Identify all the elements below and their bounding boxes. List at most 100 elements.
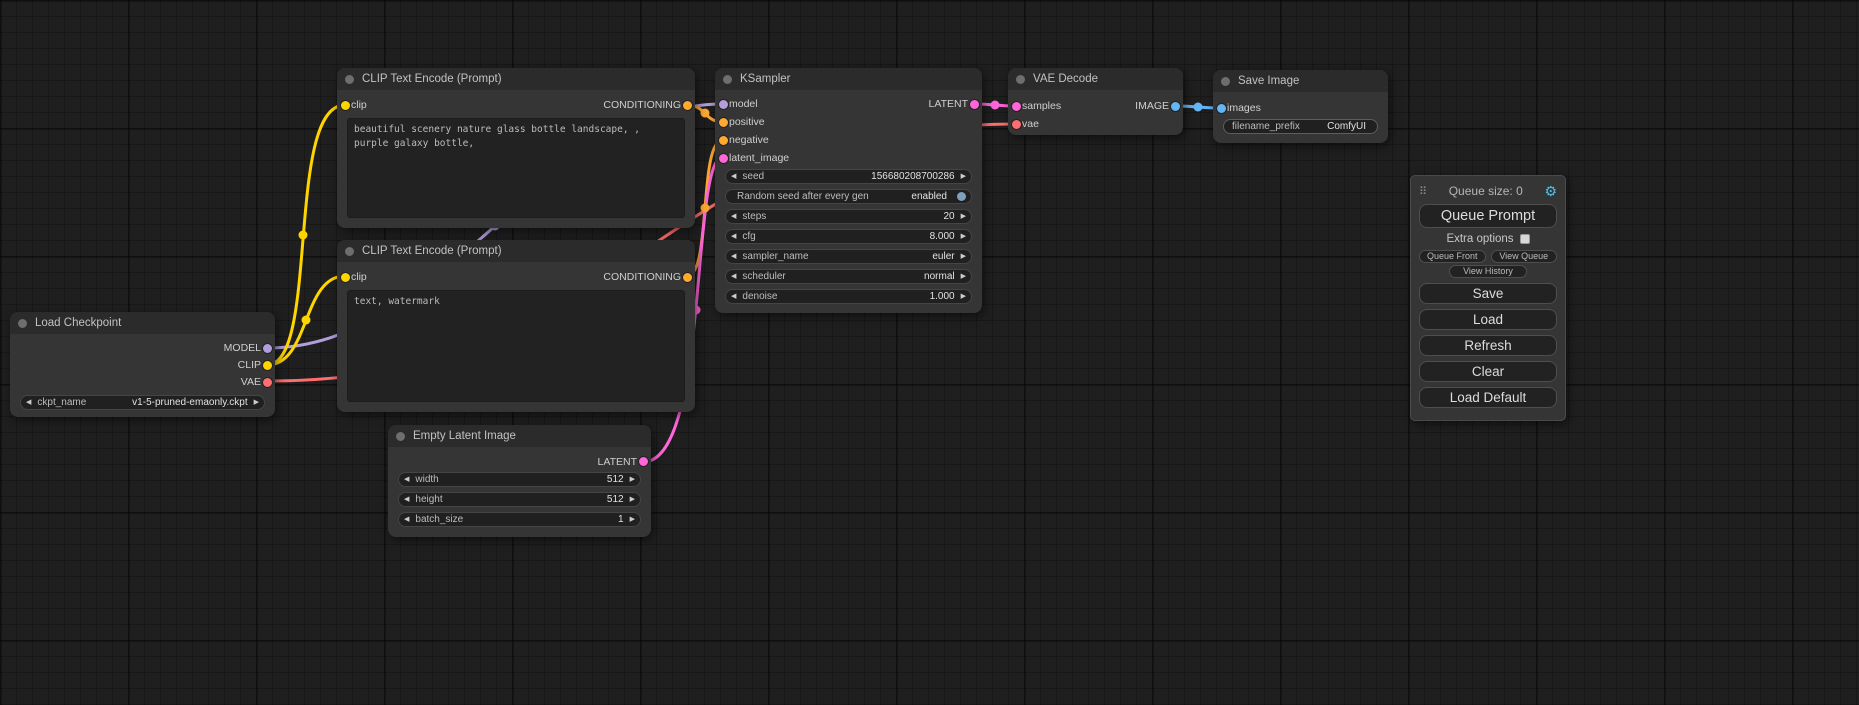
left-arrow-icon[interactable]: ◀ (404, 493, 409, 506)
seed-widget[interactable]: ◀ seed 156680208700286 ▶ (725, 169, 972, 184)
latent-output-slot[interactable] (970, 100, 979, 109)
menu-drag-handle-icon[interactable]: ⠿ (1419, 185, 1427, 198)
node-empty-latent-image[interactable]: Empty Latent Image LATENT ◀ width 512 ▶ … (388, 425, 651, 537)
collapse-dot-icon[interactable] (18, 319, 27, 328)
left-arrow-icon[interactable]: ◀ (731, 210, 736, 223)
cfg-widget[interactable]: ◀ cfg 8.000 ▶ (725, 229, 972, 244)
left-arrow-icon[interactable]: ◀ (731, 170, 736, 183)
node-clip-text-encode-negative[interactable]: CLIP Text Encode (Prompt) clip CONDITION… (337, 240, 695, 412)
left-arrow-icon[interactable]: ◀ (404, 473, 409, 486)
clip-input-slot[interactable] (341, 273, 350, 282)
collapse-dot-icon[interactable] (345, 247, 354, 256)
clip-input-slot[interactable] (341, 101, 350, 110)
latent-image-input-slot[interactable] (719, 154, 728, 163)
view-queue-button[interactable]: View Queue (1491, 250, 1558, 263)
clip-output-slot[interactable] (263, 361, 272, 370)
left-arrow-icon[interactable]: ◀ (26, 396, 31, 409)
widget-name: width (415, 474, 438, 485)
scheduler-widget[interactable]: ◀ scheduler normal ▶ (725, 269, 972, 284)
samples-input-slot[interactable] (1012, 102, 1021, 111)
toggle-dot-icon[interactable] (957, 192, 966, 201)
refresh-button[interactable]: Refresh (1419, 335, 1557, 356)
clear-button[interactable]: Clear (1419, 361, 1557, 382)
vae-output-slot[interactable] (263, 378, 272, 387)
images-input-slot[interactable] (1217, 104, 1226, 113)
node-load-checkpoint[interactable]: Load Checkpoint MODEL CLIP VAE ◀ ckpt_na… (10, 312, 275, 417)
view-history-button[interactable]: View History (1449, 265, 1527, 278)
ckpt-name-widget[interactable]: ◀ ckpt_name v1-5-pruned-emaonly.ckpt ▶ (20, 395, 265, 410)
wire-midpoint-dot (302, 316, 311, 325)
collapse-dot-icon[interactable] (1221, 77, 1230, 86)
right-arrow-icon[interactable]: ▶ (630, 513, 635, 526)
positive-prompt-textarea[interactable]: beautiful scenery nature glass bottle la… (347, 118, 685, 218)
node-ksampler[interactable]: KSampler model LATENT positive negative … (715, 68, 982, 313)
widget-name: height (415, 494, 442, 505)
height-widget[interactable]: ◀ height 512 ▶ (398, 492, 641, 507)
vae-input-slot[interactable] (1012, 120, 1021, 129)
positive-input-slot[interactable] (719, 118, 728, 127)
random-seed-toggle-widget[interactable]: Random seed after every gen enabled (725, 189, 972, 204)
save-button[interactable]: Save (1419, 283, 1557, 304)
queue-prompt-button[interactable]: Queue Prompt (1419, 204, 1557, 228)
wire-midpoint-dot (991, 101, 1000, 110)
node-title-bar[interactable]: KSampler (715, 68, 982, 90)
extra-options-label: Extra options (1446, 233, 1513, 245)
width-widget[interactable]: ◀ width 512 ▶ (398, 472, 641, 487)
negative-input-slot[interactable] (719, 136, 728, 145)
right-arrow-icon[interactable]: ▶ (961, 230, 966, 243)
filename-prefix-widget[interactable]: filename_prefix ComfyUI (1223, 119, 1378, 134)
load-default-button[interactable]: Load Default (1419, 387, 1557, 408)
model-input-slot[interactable] (719, 100, 728, 109)
widget-name: cfg (742, 231, 755, 242)
node-title-bar[interactable]: Empty Latent Image (388, 425, 651, 447)
settings-gear-icon[interactable]: ⚙ (1544, 184, 1557, 198)
queue-controls-row: Queue Front View Queue (1419, 250, 1557, 263)
collapse-dot-icon[interactable] (396, 432, 405, 441)
output-label: VAE (241, 376, 261, 388)
right-arrow-icon[interactable]: ▶ (961, 250, 966, 263)
queue-front-button[interactable]: Queue Front (1419, 250, 1486, 263)
widget-value: euler (932, 251, 954, 262)
graph-canvas[interactable]: Load Checkpoint MODEL CLIP VAE ◀ ckpt_na… (0, 0, 1859, 705)
right-arrow-icon[interactable]: ▶ (961, 170, 966, 183)
collapse-dot-icon[interactable] (1016, 75, 1025, 84)
right-arrow-icon[interactable]: ▶ (961, 210, 966, 223)
extra-options-checkbox[interactable] (1520, 234, 1530, 244)
right-arrow-icon[interactable]: ▶ (254, 396, 259, 409)
widget-value: 1 (618, 514, 624, 525)
left-arrow-icon[interactable]: ◀ (404, 513, 409, 526)
output-label: CONDITIONING (603, 99, 681, 111)
latent-output-slot[interactable] (639, 457, 648, 466)
left-arrow-icon[interactable]: ◀ (731, 270, 736, 283)
load-button[interactable]: Load (1419, 309, 1557, 330)
conditioning-output-slot[interactable] (683, 273, 692, 282)
node-title-bar[interactable]: Load Checkpoint (10, 312, 275, 334)
node-title-bar[interactable]: CLIP Text Encode (Prompt) (337, 68, 695, 90)
node-title: Save Image (1238, 75, 1299, 87)
widget-name: seed (742, 171, 764, 182)
collapse-dot-icon[interactable] (345, 75, 354, 84)
node-title-bar[interactable]: VAE Decode (1008, 68, 1183, 90)
sampler-name-widget[interactable]: ◀ sampler_name euler ▶ (725, 249, 972, 264)
model-output-slot[interactable] (263, 344, 272, 353)
right-arrow-icon[interactable]: ▶ (961, 270, 966, 283)
right-arrow-icon[interactable]: ▶ (961, 290, 966, 303)
image-output-slot[interactable] (1171, 102, 1180, 111)
steps-widget[interactable]: ◀ steps 20 ▶ (725, 209, 972, 224)
node-title-bar[interactable]: CLIP Text Encode (Prompt) (337, 240, 695, 262)
right-arrow-icon[interactable]: ▶ (630, 473, 635, 486)
input-label: model (729, 98, 758, 110)
denoise-widget[interactable]: ◀ denoise 1.000 ▶ (725, 289, 972, 304)
left-arrow-icon[interactable]: ◀ (731, 250, 736, 263)
node-save-image[interactable]: Save Image images filename_prefix ComfyU… (1213, 70, 1388, 143)
node-title-bar[interactable]: Save Image (1213, 70, 1388, 92)
right-arrow-icon[interactable]: ▶ (630, 493, 635, 506)
node-vae-decode[interactable]: VAE Decode samples IMAGE vae (1008, 68, 1183, 135)
collapse-dot-icon[interactable] (723, 75, 732, 84)
left-arrow-icon[interactable]: ◀ (731, 290, 736, 303)
left-arrow-icon[interactable]: ◀ (731, 230, 736, 243)
batch-size-widget[interactable]: ◀ batch_size 1 ▶ (398, 512, 641, 527)
conditioning-output-slot[interactable] (683, 101, 692, 110)
node-clip-text-encode-positive[interactable]: CLIP Text Encode (Prompt) clip CONDITION… (337, 68, 695, 228)
negative-prompt-textarea[interactable]: text, watermark (347, 290, 685, 402)
